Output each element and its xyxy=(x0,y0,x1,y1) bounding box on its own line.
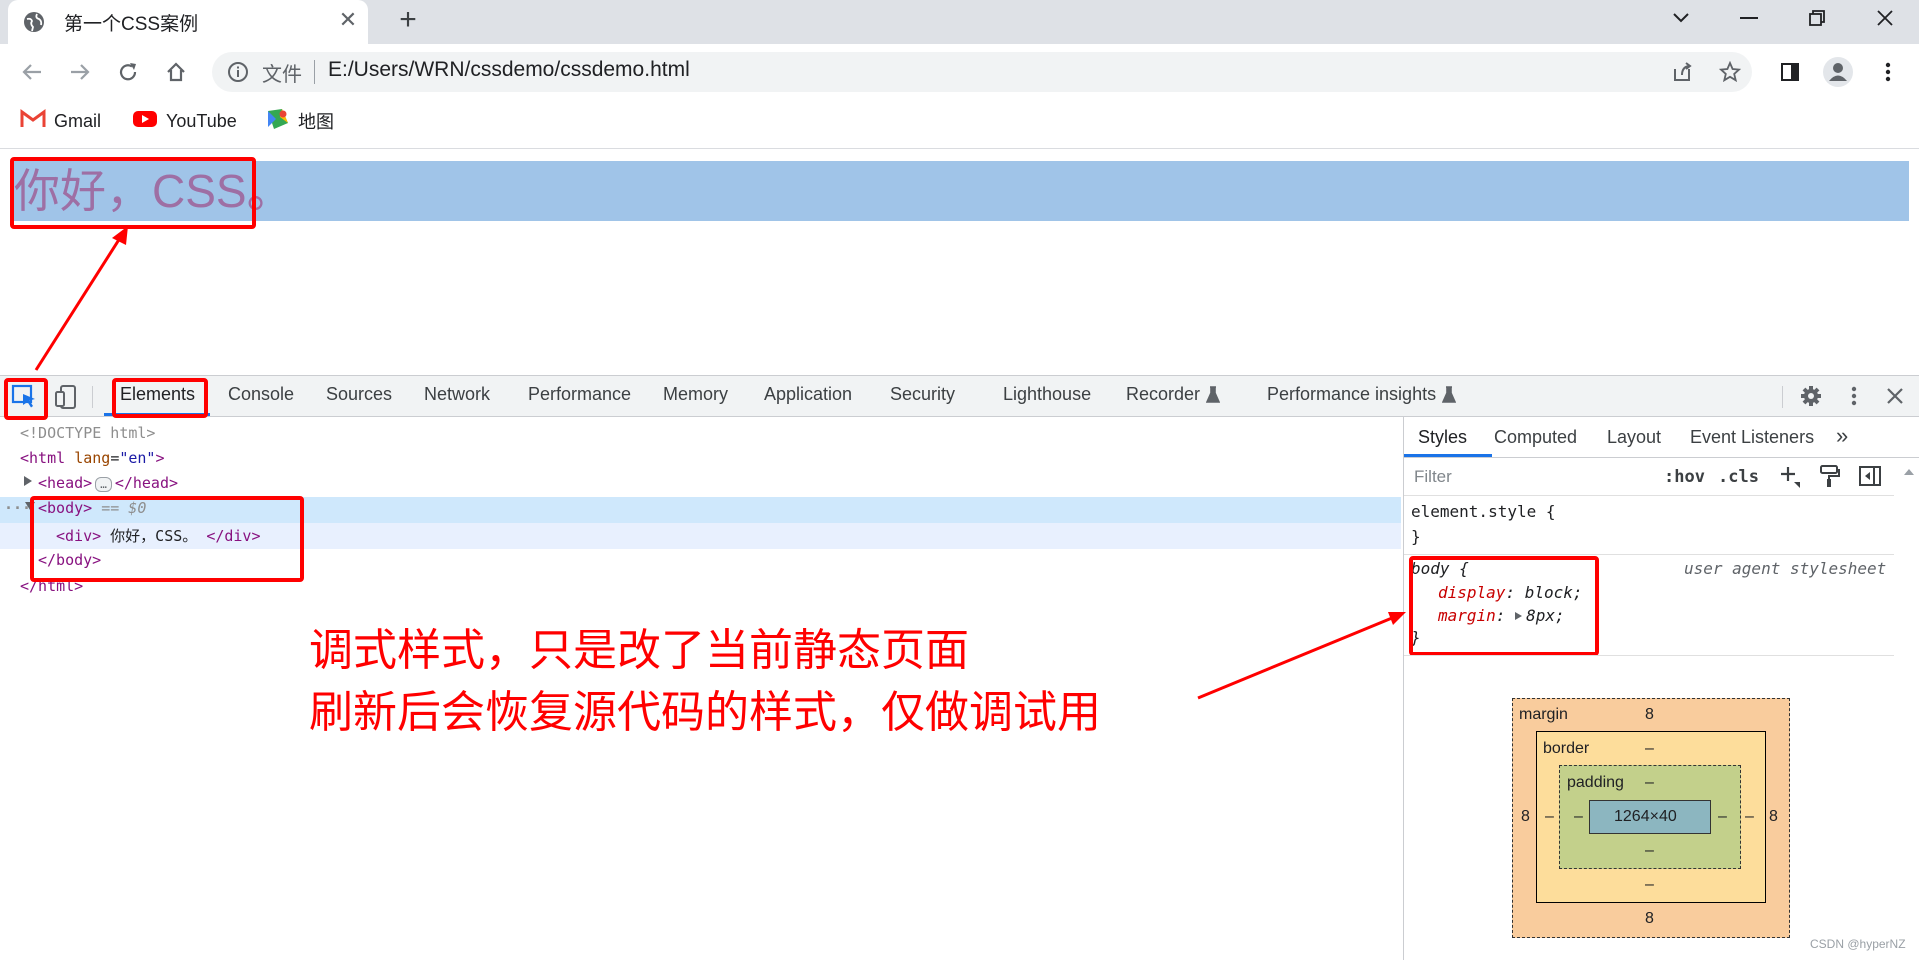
annotation-arrows xyxy=(34,226,1406,700)
annotation-text-line1: 调式样式，只是改了当前静态页面 xyxy=(309,625,969,676)
annotation-arrow-page xyxy=(34,226,128,371)
annotation-text-line2: 刷新后会恢复源代码的样式，仅做调试用 xyxy=(309,687,1101,738)
watermark: CSDN @hyperNZ xyxy=(1810,937,1906,951)
annotation-arrow-rule xyxy=(1197,612,1406,700)
